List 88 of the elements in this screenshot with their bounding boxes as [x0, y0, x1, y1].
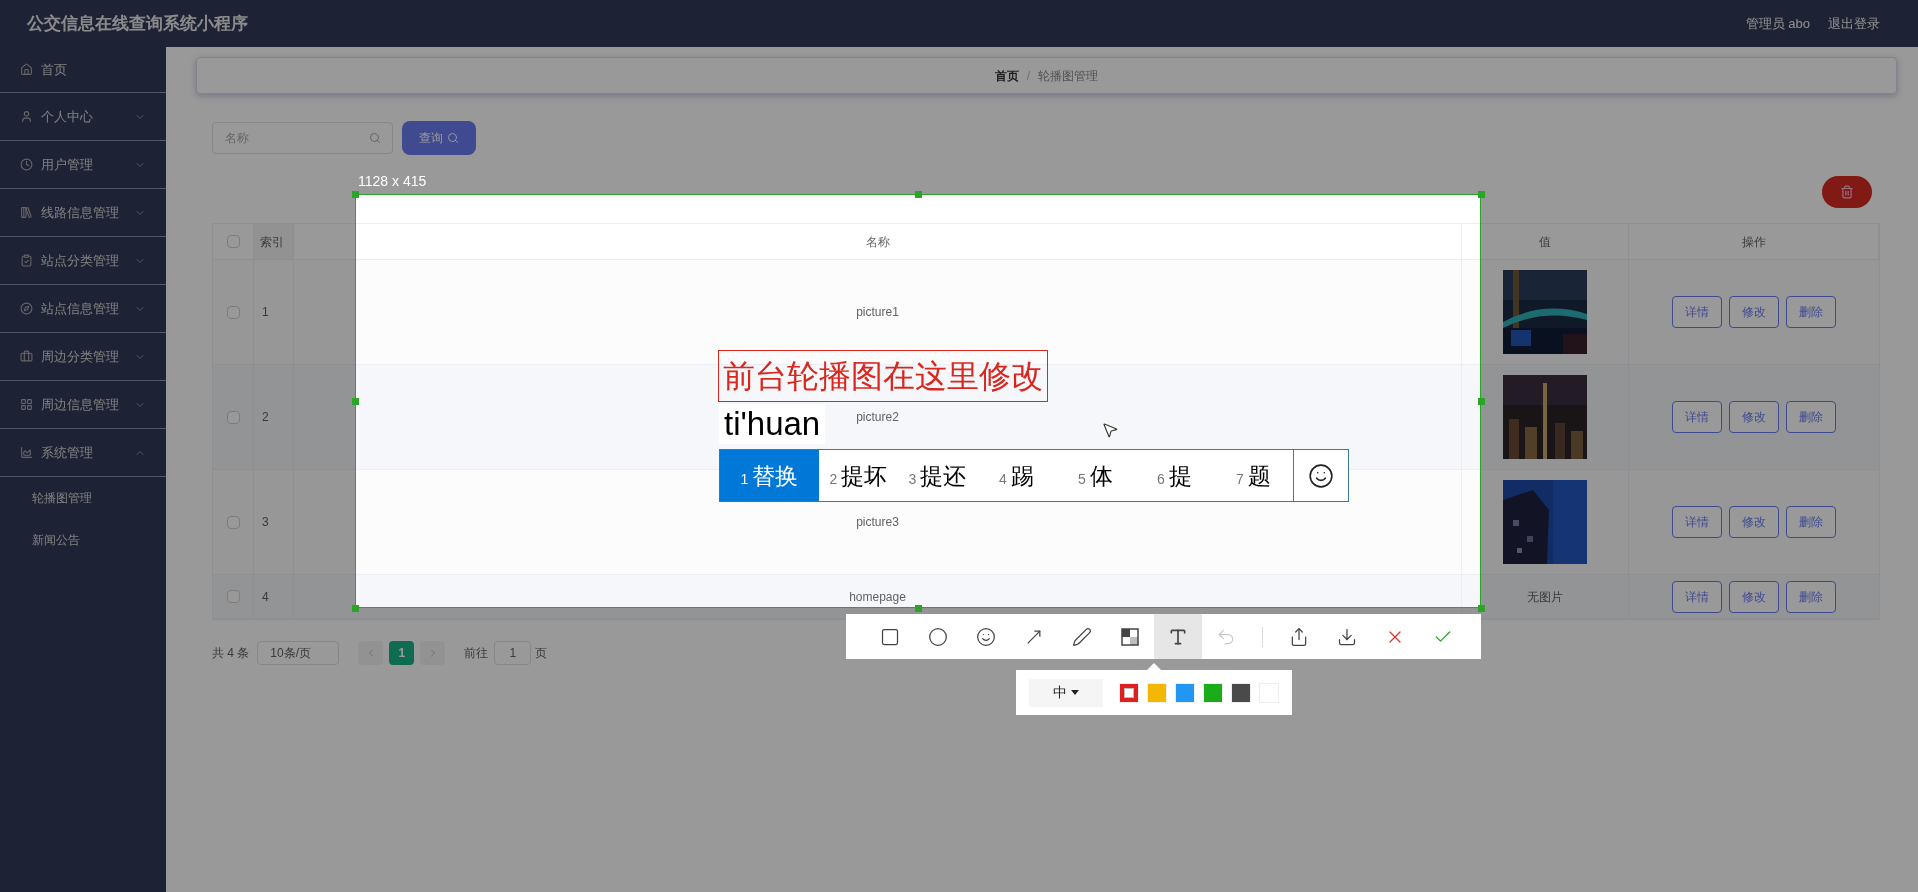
page-button[interactable]: 1: [389, 641, 415, 665]
ime-candidate[interactable]: 2 提坏: [819, 450, 898, 501]
logout-link[interactable]: 退出登录: [1828, 13, 1880, 34]
books-icon: [20, 206, 33, 219]
table-cell-text: homepage: [849, 588, 906, 606]
goto-label: 前往: [464, 645, 489, 662]
resize-handle[interactable]: [915, 191, 922, 198]
checkbox[interactable]: [226, 410, 240, 424]
smiley-icon: [1308, 462, 1334, 489]
clock-icon: [20, 158, 33, 171]
column-header: 名称: [865, 233, 890, 251]
delete-button[interactable]: [1822, 176, 1872, 208]
compass-icon: [20, 302, 33, 315]
action-button[interactable]: 修改: [1729, 296, 1779, 328]
action-button[interactable]: 修改: [1729, 401, 1779, 433]
house-icon: [20, 63, 33, 76]
next-page-button[interactable]: [420, 641, 446, 665]
action-button[interactable]: 修改: [1729, 506, 1779, 538]
action-button[interactable]: 修改: [1729, 580, 1779, 613]
breadcrumb-link[interactable]: 轮播图管理: [1038, 66, 1099, 85]
color-swatch[interactable]: [1119, 682, 1139, 703]
sidebar-subitem[interactable]: 轮播图管理: [0, 477, 166, 519]
action-button[interactable]: 删除: [1786, 506, 1836, 538]
user-icon: [20, 110, 33, 123]
user-label: 管理员 abo: [1745, 14, 1810, 33]
ime-composition: ti'huan: [719, 404, 826, 444]
resize-handle[interactable]: [1478, 398, 1485, 405]
query-button[interactable]: 查询: [402, 121, 476, 155]
clipboard-icon: [20, 254, 33, 267]
resize-handle[interactable]: [915, 605, 922, 612]
breadcrumb-separator: /: [1026, 67, 1031, 85]
font-size-select[interactable]: 中: [1029, 678, 1103, 707]
sidebar-subitem[interactable]: 新闻公告: [0, 519, 166, 561]
resize-handle[interactable]: [1478, 605, 1485, 612]
briefcase-icon: [20, 350, 33, 363]
column-header: 操作: [1741, 233, 1766, 251]
search-icon: [447, 132, 459, 144]
ime-candidate[interactable]: 4 踢: [977, 450, 1056, 501]
action-button[interactable]: 详情: [1672, 401, 1722, 433]
breadcrumb-link[interactable]: 首页: [994, 66, 1019, 85]
ime-candidate[interactable]: 5 体: [1056, 450, 1135, 501]
trash-icon: [1840, 185, 1854, 199]
color-swatch[interactable]: [1147, 682, 1167, 703]
action-button[interactable]: 删除: [1786, 401, 1836, 433]
ime-candidate[interactable]: 6 提: [1135, 450, 1214, 501]
annotation-text[interactable]: 前台轮播图在这里修改: [718, 350, 1048, 402]
color-swatch[interactable]: [1203, 682, 1223, 703]
table-cell-text: picture1: [856, 304, 899, 321]
table-cell-text: 1: [262, 304, 269, 321]
table-cell-text: picture3: [856, 514, 899, 531]
action-button[interactable]: 详情: [1672, 580, 1722, 613]
selection-frame[interactable]: [355, 194, 1481, 608]
ime-candidate[interactable]: 3 提还: [898, 450, 977, 501]
cursor-icon: [1101, 421, 1119, 439]
checkbox[interactable]: [226, 305, 240, 319]
action-button[interactable]: 详情: [1672, 506, 1722, 538]
caret-icon: [1071, 690, 1079, 695]
checkbox[interactable]: [226, 515, 240, 529]
page-size-select[interactable]: 10条/页: [257, 641, 340, 665]
chart-icon: [20, 446, 33, 459]
total-count: 共 4 条: [212, 645, 250, 662]
column-header: 值: [1539, 233, 1551, 251]
resize-handle[interactable]: [352, 398, 359, 405]
resize-handle[interactable]: [352, 605, 359, 612]
color-swatch[interactable]: [1175, 682, 1195, 703]
color-swatch[interactable]: [1231, 682, 1251, 703]
ime-candidate[interactable]: 1 替换: [720, 450, 819, 501]
table-cell-text: 3: [262, 514, 269, 531]
selection-size-label: 1128 x 415: [358, 172, 427, 191]
prev-page-button[interactable]: [358, 641, 384, 665]
checkbox[interactable]: [226, 590, 240, 603]
resize-handle[interactable]: [1478, 191, 1485, 198]
table-cell-text: 4: [262, 588, 269, 606]
table-cell-text: 2: [262, 409, 269, 426]
goto-field[interactable]: 1: [494, 641, 532, 665]
search-icon: [369, 132, 381, 144]
app-title: 公交信息在线查询系统小程序: [27, 12, 248, 35]
goto-suffix: 页: [535, 645, 548, 662]
checkbox[interactable]: [226, 235, 240, 248]
action-button[interactable]: 删除: [1786, 580, 1836, 613]
table-cell-text: picture2: [856, 409, 899, 426]
action-button[interactable]: 删除: [1786, 296, 1836, 328]
grid-icon: [20, 398, 33, 411]
ime-candidate[interactable]: 7 题: [1214, 450, 1293, 501]
action-button[interactable]: 详情: [1672, 296, 1722, 328]
table-cell-text: 无图片: [1527, 588, 1563, 606]
column-header: 索引: [260, 233, 284, 251]
resize-handle[interactable]: [352, 191, 359, 198]
